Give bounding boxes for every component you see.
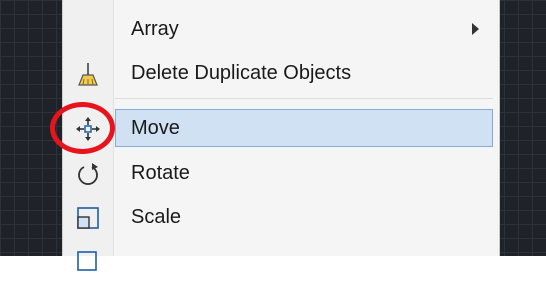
menu-item-label: Delete Duplicate Objects bbox=[131, 62, 352, 84]
menu-item-delete-duplicate-objects[interactable]: Delete Duplicate Objects bbox=[63, 52, 499, 94]
context-menu: Array Delete Duplicate Objects Move Rota… bbox=[62, 0, 500, 271]
menu-separator bbox=[115, 98, 493, 99]
menu-item-label: Array bbox=[131, 18, 179, 40]
menu-item-move[interactable]: Move bbox=[63, 107, 499, 149]
menu-item-scale[interactable]: Scale bbox=[63, 196, 499, 238]
menu-item-array[interactable]: Array bbox=[63, 8, 499, 50]
menu-item-next-partial[interactable] bbox=[63, 240, 499, 282]
highlight-callout-circle bbox=[50, 102, 115, 154]
menu-item-label: Scale bbox=[131, 206, 182, 228]
scale-icon bbox=[75, 205, 101, 231]
rotate-icon bbox=[75, 161, 101, 187]
menu-item-label: Rotate bbox=[131, 162, 190, 184]
submenu-arrow-icon bbox=[472, 23, 479, 35]
stretch-icon bbox=[75, 249, 101, 275]
broom-icon bbox=[75, 61, 101, 87]
menu-item-label: Move bbox=[131, 117, 180, 139]
menu-item-rotate[interactable]: Rotate bbox=[63, 152, 499, 194]
